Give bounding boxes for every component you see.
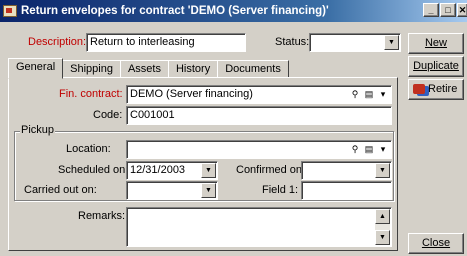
- remarks-label: Remarks:: [78, 210, 126, 222]
- retire-icon: [413, 84, 425, 95]
- retire-button[interactable]: Retire: [408, 79, 464, 100]
- chevron-down-icon[interactable]: ▾: [377, 87, 389, 102]
- retire-button-label: Retire: [428, 83, 458, 95]
- scroll-down-icon[interactable]: ▼: [375, 230, 390, 245]
- search-icon[interactable]: ⚲: [349, 142, 361, 157]
- close-button[interactable]: Close: [408, 233, 464, 254]
- window-controls: _ □ ✕: [422, 3, 467, 17]
- carried-out-on-field[interactable]: ▼: [126, 181, 218, 200]
- tab-shipping[interactable]: Shipping: [62, 60, 121, 78]
- fin-contract-label: Fin. contract:: [59, 88, 123, 100]
- pickup-group-label: Pickup: [20, 124, 56, 136]
- description-label: Description:: [28, 36, 87, 48]
- scheduled-on-label: Scheduled on:: [58, 164, 129, 176]
- status-select[interactable]: ▼: [309, 33, 401, 52]
- location-label: Location:: [66, 143, 111, 155]
- code-field[interactable]: C001001: [126, 106, 392, 125]
- confirmed-on-label: Confirmed on:: [236, 164, 306, 176]
- chevron-down-icon[interactable]: ▼: [384, 35, 399, 50]
- location-field[interactable]: ⚲ ▤ ▾: [126, 140, 392, 159]
- new-button-label: New: [424, 37, 447, 49]
- title-bar: Return envelopes for contract 'DEMO (Ser…: [0, 0, 467, 22]
- field1-field[interactable]: [301, 181, 392, 200]
- close-button-label: Close: [421, 237, 451, 249]
- duplicate-button[interactable]: Duplicate: [408, 56, 464, 77]
- maximize-button[interactable]: □: [440, 3, 456, 17]
- chevron-down-icon[interactable]: ▼: [375, 163, 390, 178]
- duplicate-button-label: Duplicate: [413, 60, 459, 72]
- tab-general[interactable]: General: [8, 58, 64, 79]
- chevron-down-icon[interactable]: ▾: [377, 142, 389, 157]
- window-title: Return envelopes for contract 'DEMO (Ser…: [21, 5, 329, 17]
- code-label: Code:: [93, 109, 123, 121]
- new-button[interactable]: New: [408, 33, 464, 54]
- remarks-textarea[interactable]: ▲ ▼: [126, 207, 392, 247]
- search-icon[interactable]: ⚲: [349, 87, 361, 102]
- remarks-scrollbar[interactable]: ▲ ▼: [375, 209, 390, 245]
- close-window-button[interactable]: ✕: [457, 3, 467, 17]
- description-field[interactable]: Return to interleasing: [86, 33, 246, 52]
- confirmed-on-field[interactable]: ▼: [301, 161, 392, 180]
- tab-assets[interactable]: Assets: [119, 60, 169, 78]
- minimize-button[interactable]: _: [423, 3, 439, 17]
- details-icon[interactable]: ▤: [363, 142, 375, 157]
- details-icon[interactable]: ▤: [363, 87, 375, 102]
- fin-contract-field[interactable]: DEMO (Server financing) ⚲ ▤ ▾: [126, 85, 392, 104]
- status-label: Status:: [275, 36, 310, 48]
- carried-out-on-label: Carried out on:: [24, 184, 97, 196]
- scheduled-on-value: 12/31/2003: [130, 164, 186, 176]
- chevron-down-icon[interactable]: ▼: [201, 183, 216, 198]
- tab-documents[interactable]: Documents: [217, 60, 289, 78]
- scroll-up-icon[interactable]: ▲: [375, 209, 390, 224]
- fin-contract-value: DEMO (Server financing): [130, 88, 253, 100]
- scheduled-on-field[interactable]: 12/31/2003 ▼: [126, 161, 218, 180]
- tab-strip: General Shipping Assets History Document…: [8, 58, 289, 79]
- tab-history[interactable]: History: [167, 60, 219, 78]
- app-icon: [3, 5, 17, 17]
- chevron-down-icon[interactable]: ▼: [201, 163, 216, 178]
- field1-label: Field 1:: [262, 184, 299, 196]
